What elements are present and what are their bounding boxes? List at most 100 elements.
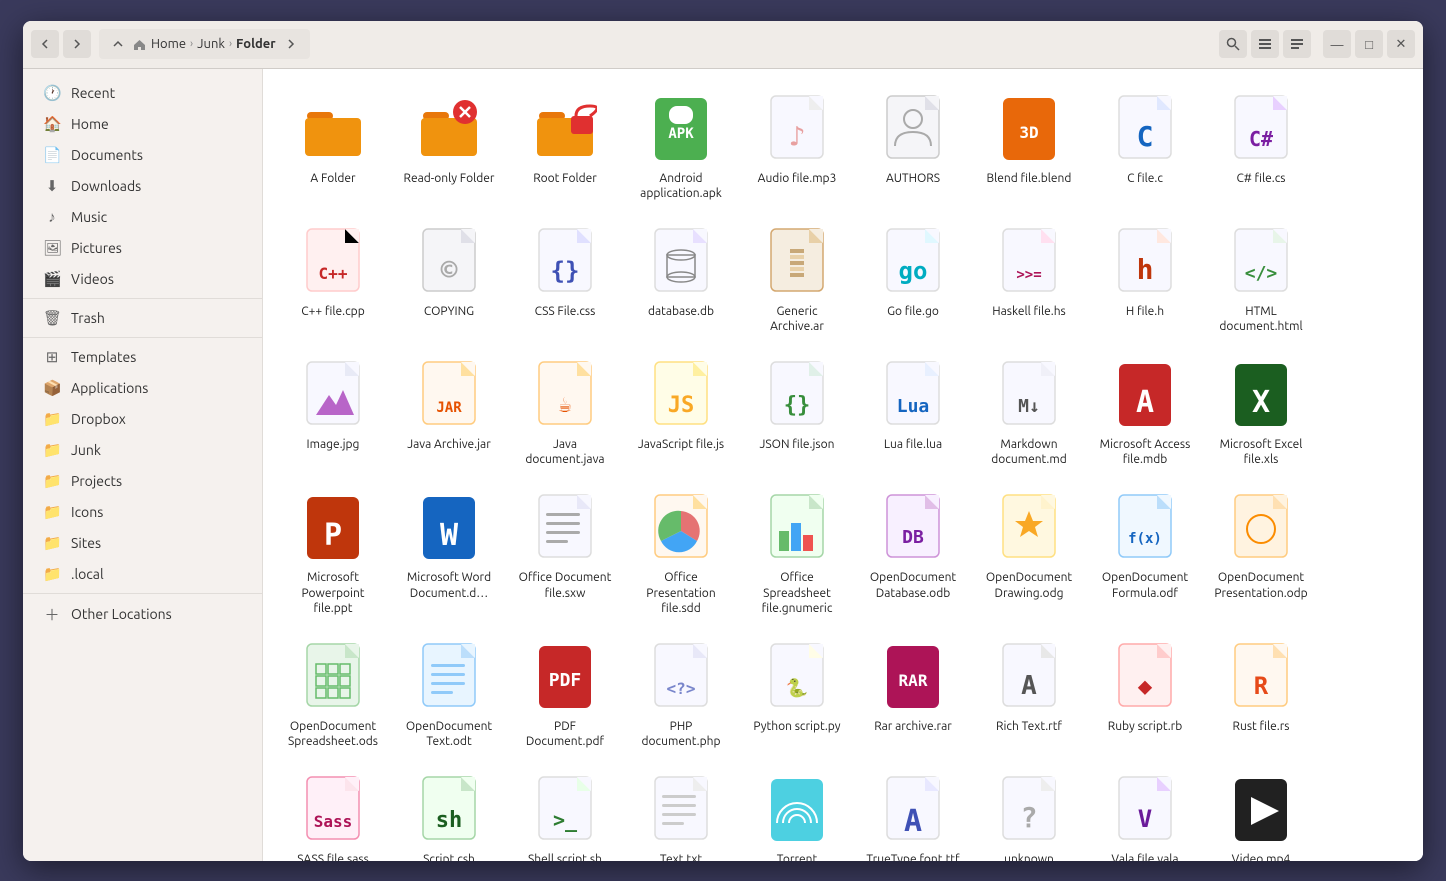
sidebar-label-icons: Icons (71, 504, 103, 520)
file-item-torrent-file[interactable]: Torrent file.torrent (743, 766, 851, 860)
file-item-script-csh[interactable]: shScript.csh (395, 766, 503, 860)
breadcrumb-folder[interactable]: Folder (236, 37, 276, 51)
file-item-java-archive[interactable]: JARJava Archive.jar (395, 351, 503, 476)
file-item-odf-text[interactable]: OpenDocument Text.odt (395, 633, 503, 758)
svg-text:{}: {} (784, 393, 811, 418)
file-item-shell-script[interactable]: >_Shell script.sh (511, 766, 619, 860)
file-item-odf-database[interactable]: DBOpenDocument Database.odb (859, 484, 967, 625)
file-item-php-doc[interactable]: <?>PHP document.php (627, 633, 735, 758)
file-item-video-mp4[interactable]: Video.mp4 (1207, 766, 1315, 860)
a-folder-icon (298, 95, 368, 165)
sidebar-item-sites[interactable]: 📁Sites (27, 528, 258, 558)
file-item-truetype-font[interactable]: ATrueType font.ttf (859, 766, 967, 860)
menu-button[interactable] (1283, 30, 1311, 58)
sidebar-item-applications[interactable]: 📦Applications (27, 373, 258, 403)
file-item-office-doc-sxw[interactable]: Office Document file.sxw (511, 484, 619, 625)
sidebar-item-local[interactable]: 📁.local (27, 559, 258, 589)
sidebar-item-icons[interactable]: 📁Icons (27, 497, 258, 527)
file-item-ms-excel[interactable]: XMicrosoft Excel file.xls (1207, 351, 1315, 476)
h-file-icon: h (1110, 228, 1180, 298)
sidebar-item-home[interactable]: 🏠Home (27, 109, 258, 139)
file-item-sass-file[interactable]: SassSASS file.sass (279, 766, 387, 860)
file-item-cpp-file[interactable]: C++C++ file.cpp (279, 218, 387, 343)
file-item-java-doc[interactable]: ☕Java document.java (511, 351, 619, 476)
file-item-blend-file[interactable]: 3DBlend file.blend (975, 85, 1083, 210)
office-presentation-label: Office Presentation file.sdd (633, 570, 729, 617)
file-item-odf-presentation[interactable]: OpenDocument Presentation.odp (1207, 484, 1315, 625)
sidebar-item-dropbox[interactable]: 📁Dropbox (27, 404, 258, 434)
file-item-c-file[interactable]: CC file.c (1091, 85, 1199, 210)
file-item-database-db[interactable]: database.db (627, 218, 735, 343)
file-item-a-folder[interactable]: A Folder (279, 85, 387, 210)
file-item-rtf-file[interactable]: ARich Text.rtf (975, 633, 1083, 758)
videos-icon: 🎬 (43, 270, 61, 288)
file-item-python-script[interactable]: 🐍Python script.py (743, 633, 851, 758)
file-item-read-only-folder[interactable]: Read-only Folder (395, 85, 503, 210)
minimize-button[interactable]: — (1323, 30, 1351, 58)
file-item-ms-access[interactable]: AMicrosoft Access file.mdb (1091, 351, 1199, 476)
file-item-office-spreadsheet[interactable]: Office Spreadsheet file.gnumeric (743, 484, 851, 625)
file-item-markdown-doc[interactable]: M↓Markdown document.md (975, 351, 1083, 476)
file-item-haskell-file[interactable]: >>=Haskell file.hs (975, 218, 1083, 343)
file-item-generic-archive[interactable]: Generic Archive.ar (743, 218, 851, 343)
maximize-button[interactable]: □ (1355, 30, 1383, 58)
titlebar-actions (1219, 30, 1311, 58)
file-item-odf-spreadsheet[interactable]: OpenDocument Spreadsheet.ods (279, 633, 387, 758)
file-item-js-file[interactable]: JSJavaScript file.js (627, 351, 735, 476)
back-button[interactable] (31, 30, 59, 58)
sidebar-item-projects[interactable]: 📁Projects (27, 466, 258, 496)
a-folder-label: A Folder (310, 171, 355, 187)
file-item-android-apk[interactable]: APKAndroid application.apk (627, 85, 735, 210)
file-item-vala-file[interactable]: VVala file.vala (1091, 766, 1199, 860)
forward-button[interactable] (63, 30, 91, 58)
sidebar-item-trash[interactable]: 🗑Trash (27, 303, 258, 333)
sidebar-item-downloads[interactable]: ⬇Downloads (27, 171, 258, 201)
file-item-ms-word[interactable]: WMicrosoft Word Document.d… (395, 484, 503, 625)
file-item-csharp-file[interactable]: C#C# file.cs (1207, 85, 1315, 210)
file-item-go-file[interactable]: goGo file.go (859, 218, 967, 343)
file-item-odf-drawing[interactable]: OpenDocument Drawing.odg (975, 484, 1083, 625)
ms-word-label: Microsoft Word Document.d… (401, 570, 497, 601)
sidebar-item-music[interactable]: ♪Music (27, 202, 258, 232)
file-item-odf-formula[interactable]: f(x)OpenDocument Formula.odf (1091, 484, 1199, 625)
audio-mp3-icon: ♪ (762, 95, 832, 165)
file-item-lua-file[interactable]: LuaLua file.lua (859, 351, 967, 476)
file-item-h-file[interactable]: hH file.h (1091, 218, 1199, 343)
breadcrumb-home[interactable]: Home (133, 37, 186, 51)
css-file-icon: {} (530, 228, 600, 298)
file-item-authors[interactable]: AUTHORS (859, 85, 967, 210)
file-item-audio-mp3[interactable]: ♪Audio file.mp3 (743, 85, 851, 210)
projects-icon: 📁 (43, 472, 61, 490)
odf-database-label: OpenDocument Database.odb (865, 570, 961, 601)
list-view-button[interactable] (1251, 30, 1279, 58)
sidebar-item-junk[interactable]: 📁Junk (27, 435, 258, 465)
sidebar-item-videos[interactable]: 🎬Videos (27, 264, 258, 294)
sidebar-item-templates[interactable]: ⊞Templates (27, 342, 258, 372)
search-button[interactable] (1219, 30, 1247, 58)
breadcrumb-up-button[interactable] (107, 33, 129, 55)
file-item-ms-ppt[interactable]: PMicrosoft Powerpoint file.ppt (279, 484, 387, 625)
breadcrumb-junk[interactable]: Junk (197, 37, 225, 51)
breadcrumb-next-button[interactable] (280, 33, 302, 55)
sidebar-item-other-locations[interactable]: ＋Other Locations (27, 598, 258, 631)
file-item-office-presentation[interactable]: Office Presentation file.sdd (627, 484, 735, 625)
file-item-image-jpg[interactable]: Image.jpg (279, 351, 387, 476)
sidebar-item-recent[interactable]: 🕐Recent (27, 78, 258, 108)
sidebar-item-pictures[interactable]: 🖼Pictures (27, 233, 258, 263)
file-item-unknown-file[interactable]: ?unknown (975, 766, 1083, 860)
file-item-rar-archive[interactable]: RARRar archive.rar (859, 633, 967, 758)
close-button[interactable]: ✕ (1387, 30, 1415, 58)
sidebar-label-documents: Documents (71, 147, 143, 163)
root-folder-icon (530, 95, 600, 165)
file-item-root-folder[interactable]: Root Folder (511, 85, 619, 210)
file-item-copying[interactable]: ©COPYING (395, 218, 503, 343)
file-item-ruby-script[interactable]: ◆Ruby script.rb (1091, 633, 1199, 758)
file-item-css-file[interactable]: {}CSS File.css (511, 218, 619, 343)
file-item-text-txt[interactable]: Text.txt (627, 766, 735, 860)
file-item-json-file[interactable]: {}JSON file.json (743, 351, 851, 476)
sidebar-item-documents[interactable]: 📄Documents (27, 140, 258, 170)
file-item-pdf-doc[interactable]: PDFPDF Document.pdf (511, 633, 619, 758)
csharp-file-icon: C# (1226, 95, 1296, 165)
file-item-rust-file[interactable]: RRust file.rs (1207, 633, 1315, 758)
file-item-html-doc[interactable]: </>HTML document.html (1207, 218, 1315, 343)
